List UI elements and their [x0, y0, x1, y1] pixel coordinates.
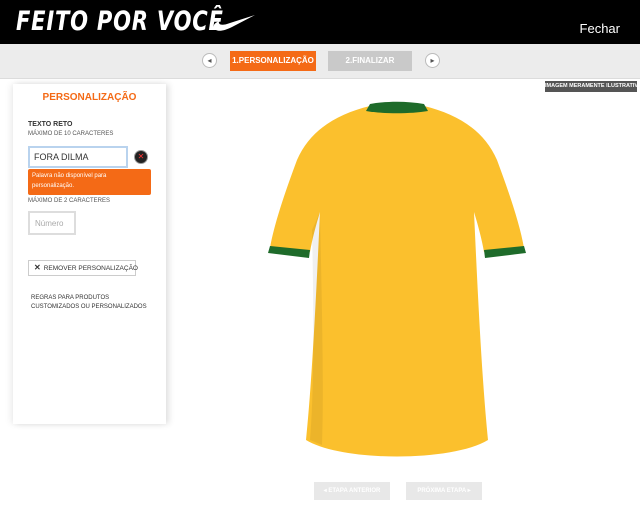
step-bar: ◂ 1.PERSONALIZAÇÃO 2.FINALIZAR ▸: [0, 44, 640, 79]
error-tooltip: Palavra não disponível para personalizaç…: [28, 169, 151, 195]
brand-title: FEITO POR VOCÊ: [16, 6, 224, 37]
remove-personalization-label: REMOVER PERSONALIZAÇÃO: [43, 265, 138, 272]
number-input[interactable]: Número: [28, 211, 76, 235]
next-step-arrow-icon[interactable]: ▸: [425, 53, 440, 68]
nike-swoosh-logo: [213, 15, 255, 31]
clear-text-icon[interactable]: ✕: [134, 150, 148, 164]
close-link[interactable]: Fechar: [580, 21, 620, 36]
prev-step-arrow-icon[interactable]: ◂: [202, 53, 217, 68]
next-step-button[interactable]: PRÓXIMA ETAPA ▸: [406, 482, 482, 500]
text-input[interactable]: FORA DILMA: [28, 146, 128, 168]
personalization-panel: PERSONALIZAÇÃO TEXTO RETO MÁXIMO DE 10 C…: [13, 84, 166, 424]
tab-step-personalization[interactable]: 1.PERSONALIZAÇÃO: [230, 51, 316, 71]
remove-icon: ✕: [34, 263, 41, 272]
tab-step-finalize[interactable]: 2.FINALIZAR: [328, 51, 412, 71]
illustrative-image-badge: IMAGEM MERAMENTE ILUSTRATIVA: [545, 81, 637, 92]
previous-step-button[interactable]: ◂ ETAPA ANTERIOR: [314, 482, 390, 500]
remove-personalization-button[interactable]: ✕ REMOVER PERSONALIZAÇÃO: [28, 260, 138, 276]
text-label: TEXTO RETO: [28, 121, 73, 128]
number-max-hint: MÁXIMO DE 2 CARACTERES: [28, 198, 111, 204]
jersey-image: [268, 101, 526, 457]
panel-title: PERSONALIZAÇÃO: [42, 92, 137, 103]
text-max-hint: MÁXIMO DE 10 CARACTERES: [28, 131, 114, 137]
rules-link[interactable]: REGRAS PARA PRODUTOS CUSTOMIZADOS OU PER…: [31, 294, 151, 312]
top-bar: FEITO POR VOCÊ Fechar: [0, 0, 640, 44]
